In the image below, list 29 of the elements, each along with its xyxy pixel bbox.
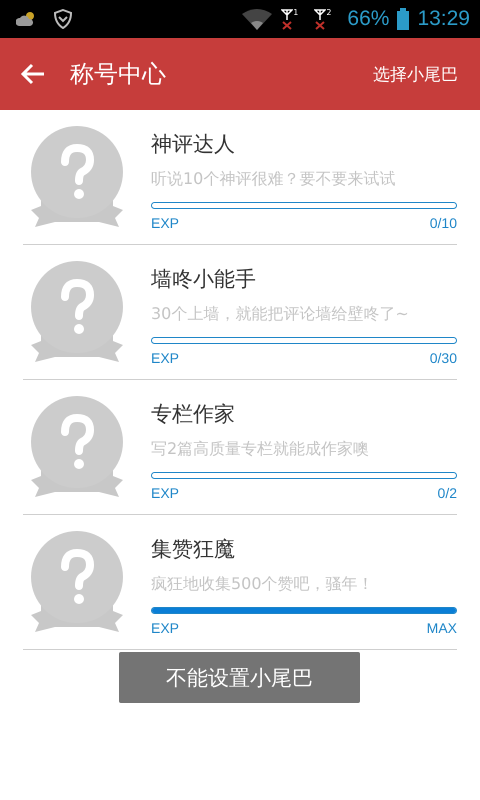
toast-message: 不能设置小尾巴 [119, 652, 360, 703]
title-description: 写2篇高质量专栏就能成作家噢 [151, 438, 370, 460]
title-name: 专栏作家 [151, 401, 236, 428]
wifi-icon [241, 8, 274, 30]
exp-label: EXP [151, 215, 180, 231]
sim-number: 1 [293, 8, 298, 18]
title-name: 墙咚小能手 [151, 266, 257, 293]
progress-value: MAX [426, 620, 457, 636]
progress-value: 0/10 [430, 215, 457, 231]
title-name: 神评达人 [151, 131, 236, 158]
title-name: 集赞狂魔 [151, 536, 236, 563]
select-tail-button[interactable]: 选择小尾巴 [373, 62, 458, 86]
battery-icon [397, 8, 410, 30]
clock: 13:29 [417, 7, 470, 31]
back-button[interactable] [20, 63, 46, 85]
exp-label: EXP [151, 350, 180, 366]
progress-value: 0/2 [438, 485, 457, 501]
antenna-icon [314, 8, 326, 30]
antenna-icon [281, 8, 294, 30]
exp-label: EXP [151, 620, 180, 636]
title-description: 听说10个神评很难？要不要来试试 [151, 168, 396, 190]
shield-icon [54, 9, 72, 29]
exp-label: EXP [151, 485, 180, 501]
title-description: 30个上墙，就能把评论墙给壁咚了~ [151, 303, 410, 325]
page-title: 称号中心 [70, 59, 167, 90]
title-description: 疯狂地收集500个赞吧，骚年！ [151, 573, 375, 595]
progress-value: 0/30 [430, 350, 457, 366]
battery-percent: 66% [347, 7, 390, 31]
sim-number: 2 [326, 8, 332, 18]
